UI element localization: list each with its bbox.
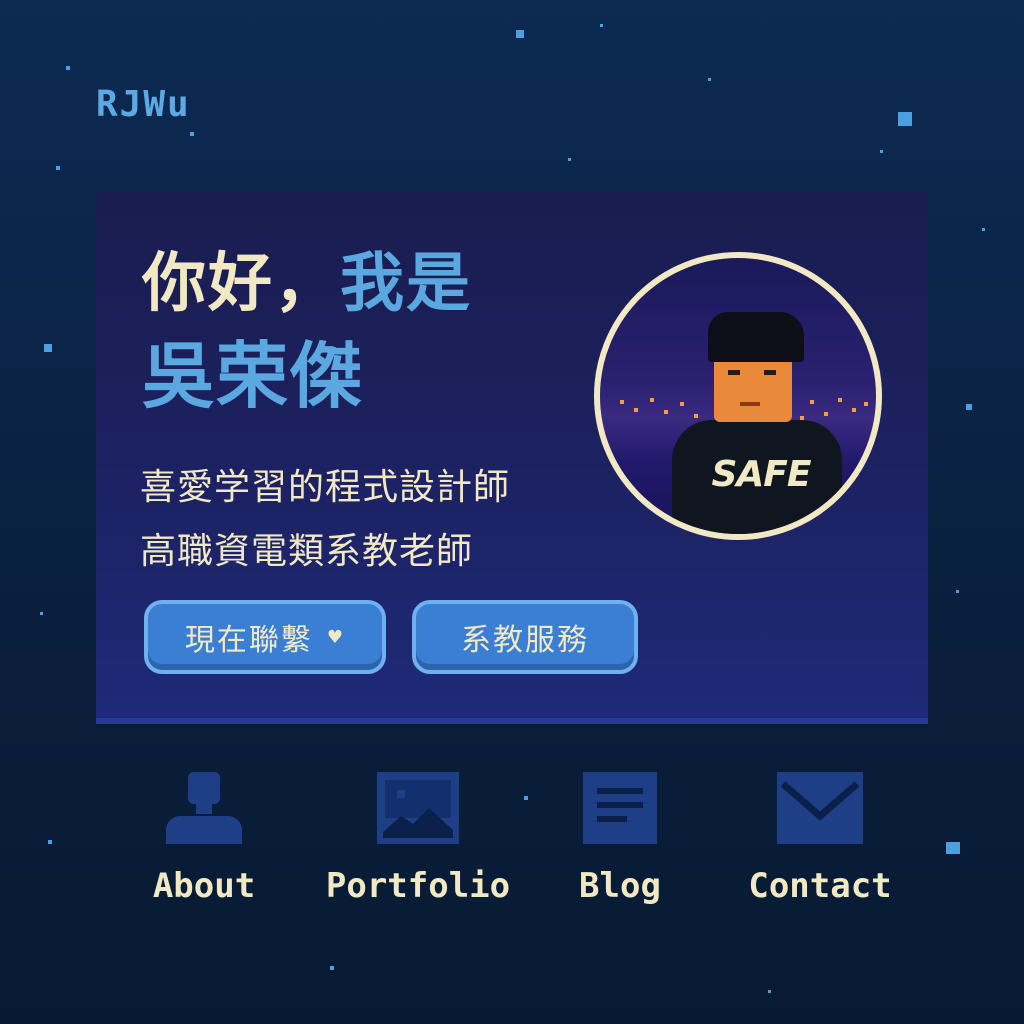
star <box>44 344 52 352</box>
contact-now-label: 現在聯繫 <box>184 623 313 658</box>
nav-label-about: About <box>152 866 256 906</box>
star <box>982 228 985 231</box>
star <box>956 590 959 593</box>
star <box>66 66 70 70</box>
person-icon <box>162 772 246 844</box>
site-logo[interactable]: RJWu <box>96 84 191 125</box>
star <box>708 78 711 81</box>
greeting-heading: 你好，我是 <box>142 248 472 320</box>
mail-icon <box>777 772 863 844</box>
avatar: SAFE <box>594 252 882 540</box>
star <box>966 404 972 410</box>
nav-item-contact[interactable]: Contact <box>720 772 920 906</box>
star <box>880 150 883 153</box>
star <box>568 158 571 161</box>
avatar-hair <box>708 312 804 362</box>
image-icon <box>377 772 459 844</box>
greeting-iam: 我是 <box>340 247 472 321</box>
hero-card: 你好，我是 吳荣傑 喜愛学習的程式設計師 高職資電類系教老師 現在聯繫 ♥ 系教… <box>96 192 928 724</box>
star <box>48 840 52 844</box>
star <box>56 166 60 170</box>
description-line-2: 高職資電類系教老師 <box>140 531 474 572</box>
star <box>600 24 603 27</box>
contact-now-button[interactable]: 現在聯繫 ♥ <box>144 600 386 674</box>
person-name: 吳荣傑 <box>142 334 365 418</box>
star <box>40 612 43 615</box>
avatar-mouth <box>740 402 760 406</box>
nav-item-about[interactable]: About <box>104 772 304 906</box>
star <box>768 990 771 993</box>
greeting-hello: 你好， <box>142 247 340 321</box>
nav-label-portfolio: Portfolio <box>325 866 511 906</box>
teaching-service-label: 系教服務 <box>461 623 589 658</box>
avatar-eye <box>728 370 740 375</box>
teaching-service-button[interactable]: 系教服務 <box>412 600 638 674</box>
document-icon <box>583 772 657 844</box>
nav-label-blog: Blog <box>579 866 661 906</box>
nav-item-portfolio[interactable]: Portfolio <box>318 772 518 906</box>
avatar-shirt-text: SAFE <box>711 454 812 495</box>
heart-icon: ♥ <box>326 626 346 648</box>
star <box>516 30 524 38</box>
star <box>898 112 912 126</box>
nav-label-contact: Contact <box>748 866 892 906</box>
star <box>330 966 334 970</box>
description-line-1: 喜愛学習的程式設計師 <box>140 467 511 508</box>
nav-item-blog[interactable]: Blog <box>520 772 720 906</box>
star <box>946 842 960 854</box>
star <box>190 132 194 136</box>
avatar-eye <box>764 370 776 375</box>
